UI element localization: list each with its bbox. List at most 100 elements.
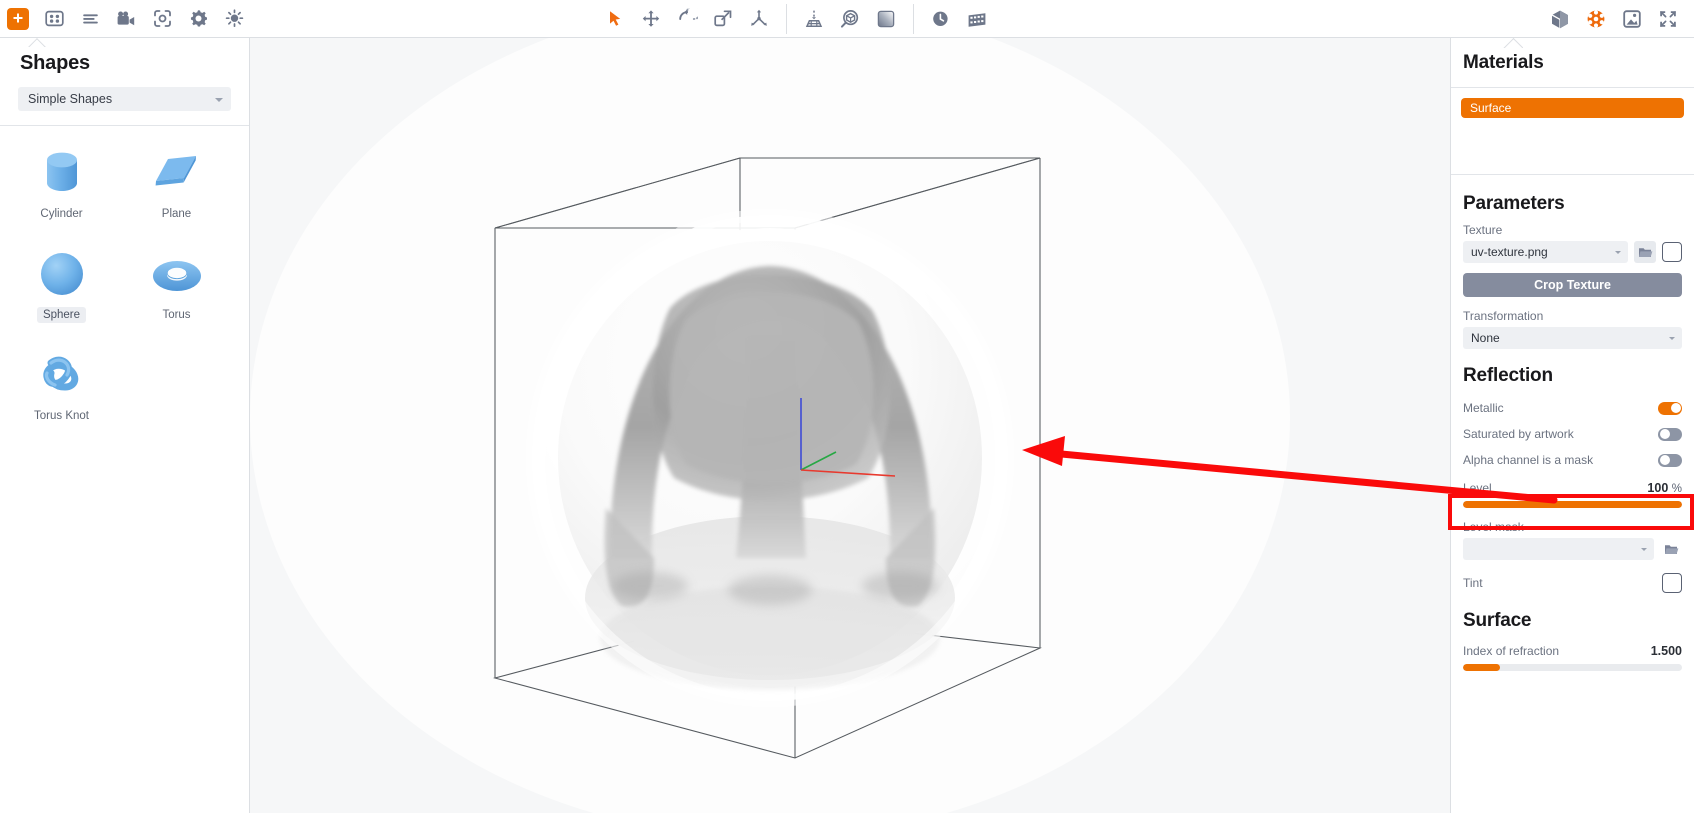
select-tool-button[interactable]	[597, 0, 633, 38]
tint-color-swatch[interactable]	[1662, 573, 1682, 593]
texture-row: uv-texture.png	[1463, 241, 1682, 263]
texture-value: uv-texture.png	[1471, 245, 1548, 259]
settings-button[interactable]	[180, 0, 216, 38]
light-bulb-icon	[225, 9, 243, 28]
transformation-field: Transformation None	[1451, 309, 1694, 349]
parameters-title: Parameters	[1463, 193, 1565, 214]
page-title: Shapes	[20, 52, 90, 74]
level-slider[interactable]	[1463, 501, 1682, 508]
focus-button[interactable]	[144, 0, 180, 38]
saturated-by-artwork-row: Saturated by artwork	[1451, 421, 1694, 447]
metallic-row: Metallic	[1451, 395, 1694, 421]
crop-button[interactable]	[1614, 0, 1650, 38]
transformation-select[interactable]: None	[1463, 327, 1682, 349]
shape-item-torus[interactable]: Torus	[123, 243, 230, 344]
level-mask-label: Level mask	[1463, 520, 1524, 534]
rotate-icon	[679, 7, 698, 20]
shape-item-torus-knot[interactable]: Torus Knot	[8, 344, 115, 445]
shape-item-sphere[interactable]: Sphere	[8, 243, 115, 344]
ior-slider-fill	[1463, 664, 1501, 671]
toolbar-divider-1	[786, 3, 787, 34]
alpha-channel-mask-label: Alpha channel is a mask	[1463, 453, 1594, 467]
materials-list: Surface	[1451, 88, 1694, 174]
shape-item-plane[interactable]: Plane	[123, 142, 230, 243]
transformation-value: None	[1471, 331, 1500, 345]
transformation-label: Transformation	[1463, 309, 1544, 323]
camera-button[interactable]	[108, 0, 144, 38]
items-button[interactable]	[36, 0, 72, 38]
materials-button[interactable]	[1578, 0, 1614, 38]
move-tool-button[interactable]	[633, 0, 669, 38]
level-mask-browse-button[interactable]	[1660, 538, 1682, 560]
animation-button[interactable]	[959, 0, 995, 38]
application-window: Shapes Simple Shapes Cylinder Plane Sphe…	[0, 0, 1694, 813]
ior-slider[interactable]	[1463, 664, 1682, 671]
ior-value: 1.500	[1650, 644, 1682, 658]
ground-button[interactable]	[796, 0, 832, 38]
texture-select[interactable]: uv-texture.png	[1463, 241, 1628, 263]
fullscreen-button[interactable]	[1650, 0, 1686, 38]
video-camera-icon	[117, 11, 135, 25]
shape-label-sphere: Sphere	[36, 307, 87, 323]
texture-color-swatch[interactable]	[1662, 242, 1682, 262]
light-button[interactable]	[216, 0, 252, 38]
texture-field: Texture uv-texture.png	[1451, 223, 1694, 263]
level-unit: %	[1671, 483, 1682, 495]
folder-open-icon	[1664, 544, 1678, 554]
alpha-channel-mask-toggle[interactable]	[1658, 453, 1682, 467]
history-button[interactable]	[923, 0, 959, 38]
folder-open-icon	[1638, 247, 1652, 257]
material-item-surface[interactable]: Surface	[1461, 98, 1684, 118]
tint-row: Tint	[1451, 566, 1694, 600]
saturated-by-artwork-toggle[interactable]	[1658, 427, 1682, 441]
ior-label: Index of refraction	[1463, 644, 1560, 658]
surface-title: Surface	[1463, 610, 1532, 631]
focus-target-icon	[153, 10, 171, 27]
shapes-grid: Cylinder Plane Sphere Torus Torus Knot	[0, 126, 249, 445]
properties-panel: Materials Surface Parameters Texture uv-…	[1450, 38, 1694, 813]
add-button[interactable]	[0, 0, 36, 38]
metallic-label: Metallic	[1463, 401, 1504, 415]
chevron-down-icon	[1615, 250, 1621, 254]
list-button[interactable]	[72, 0, 108, 38]
history-clock-icon	[933, 11, 948, 26]
level-value: 100 %	[1647, 481, 1682, 495]
level-row: Level 100 %	[1451, 477, 1694, 499]
toolbar-scene-group	[796, 0, 904, 38]
torus-knot-shape-icon	[33, 344, 91, 406]
gradient-swatch-icon	[877, 10, 895, 27]
grid-items-icon	[44, 10, 64, 27]
toolbar-right-group	[1542, 0, 1686, 38]
shapes-panel: Shapes Simple Shapes Cylinder Plane Sphe…	[0, 38, 250, 813]
level-slider-fill	[1463, 501, 1682, 508]
sphere-shape-icon	[34, 243, 90, 305]
gradient-button[interactable]	[868, 0, 904, 38]
add-icon	[7, 7, 29, 30]
toolbar-divider-2	[913, 3, 914, 34]
cylinder-shape-icon	[34, 142, 90, 204]
3d-viewport[interactable]	[250, 38, 1450, 813]
level-label: Level	[1463, 481, 1492, 495]
distribute-icon	[751, 9, 767, 26]
tint-label: Tint	[1463, 576, 1483, 590]
metallic-toggle[interactable]	[1658, 401, 1682, 415]
select-cursor-icon	[610, 10, 621, 26]
inspect-button[interactable]	[832, 0, 868, 38]
distribute-tool-button[interactable]	[741, 0, 777, 38]
geometry-button[interactable]	[1542, 0, 1578, 38]
crop-texture-label: Crop Texture	[1534, 278, 1611, 292]
texture-label: Texture	[1463, 223, 1503, 237]
level-mask-select[interactable]	[1463, 538, 1654, 560]
cube-icon	[1551, 10, 1569, 28]
scale-icon	[714, 9, 732, 26]
shape-category-select[interactable]: Simple Shapes	[18, 87, 231, 111]
shape-label-cylinder: Cylinder	[40, 208, 83, 220]
scale-tool-button[interactable]	[705, 0, 741, 38]
rotate-tool-button[interactable]	[669, 0, 705, 38]
texture-browse-button[interactable]	[1634, 241, 1656, 263]
film-strip-icon	[968, 12, 986, 27]
crop-texture-button[interactable]: Crop Texture	[1463, 273, 1682, 297]
shape-category-wrap: Simple Shapes	[0, 75, 249, 125]
toolbar-time-group	[923, 0, 995, 38]
shape-item-cylinder[interactable]: Cylinder	[8, 142, 115, 243]
